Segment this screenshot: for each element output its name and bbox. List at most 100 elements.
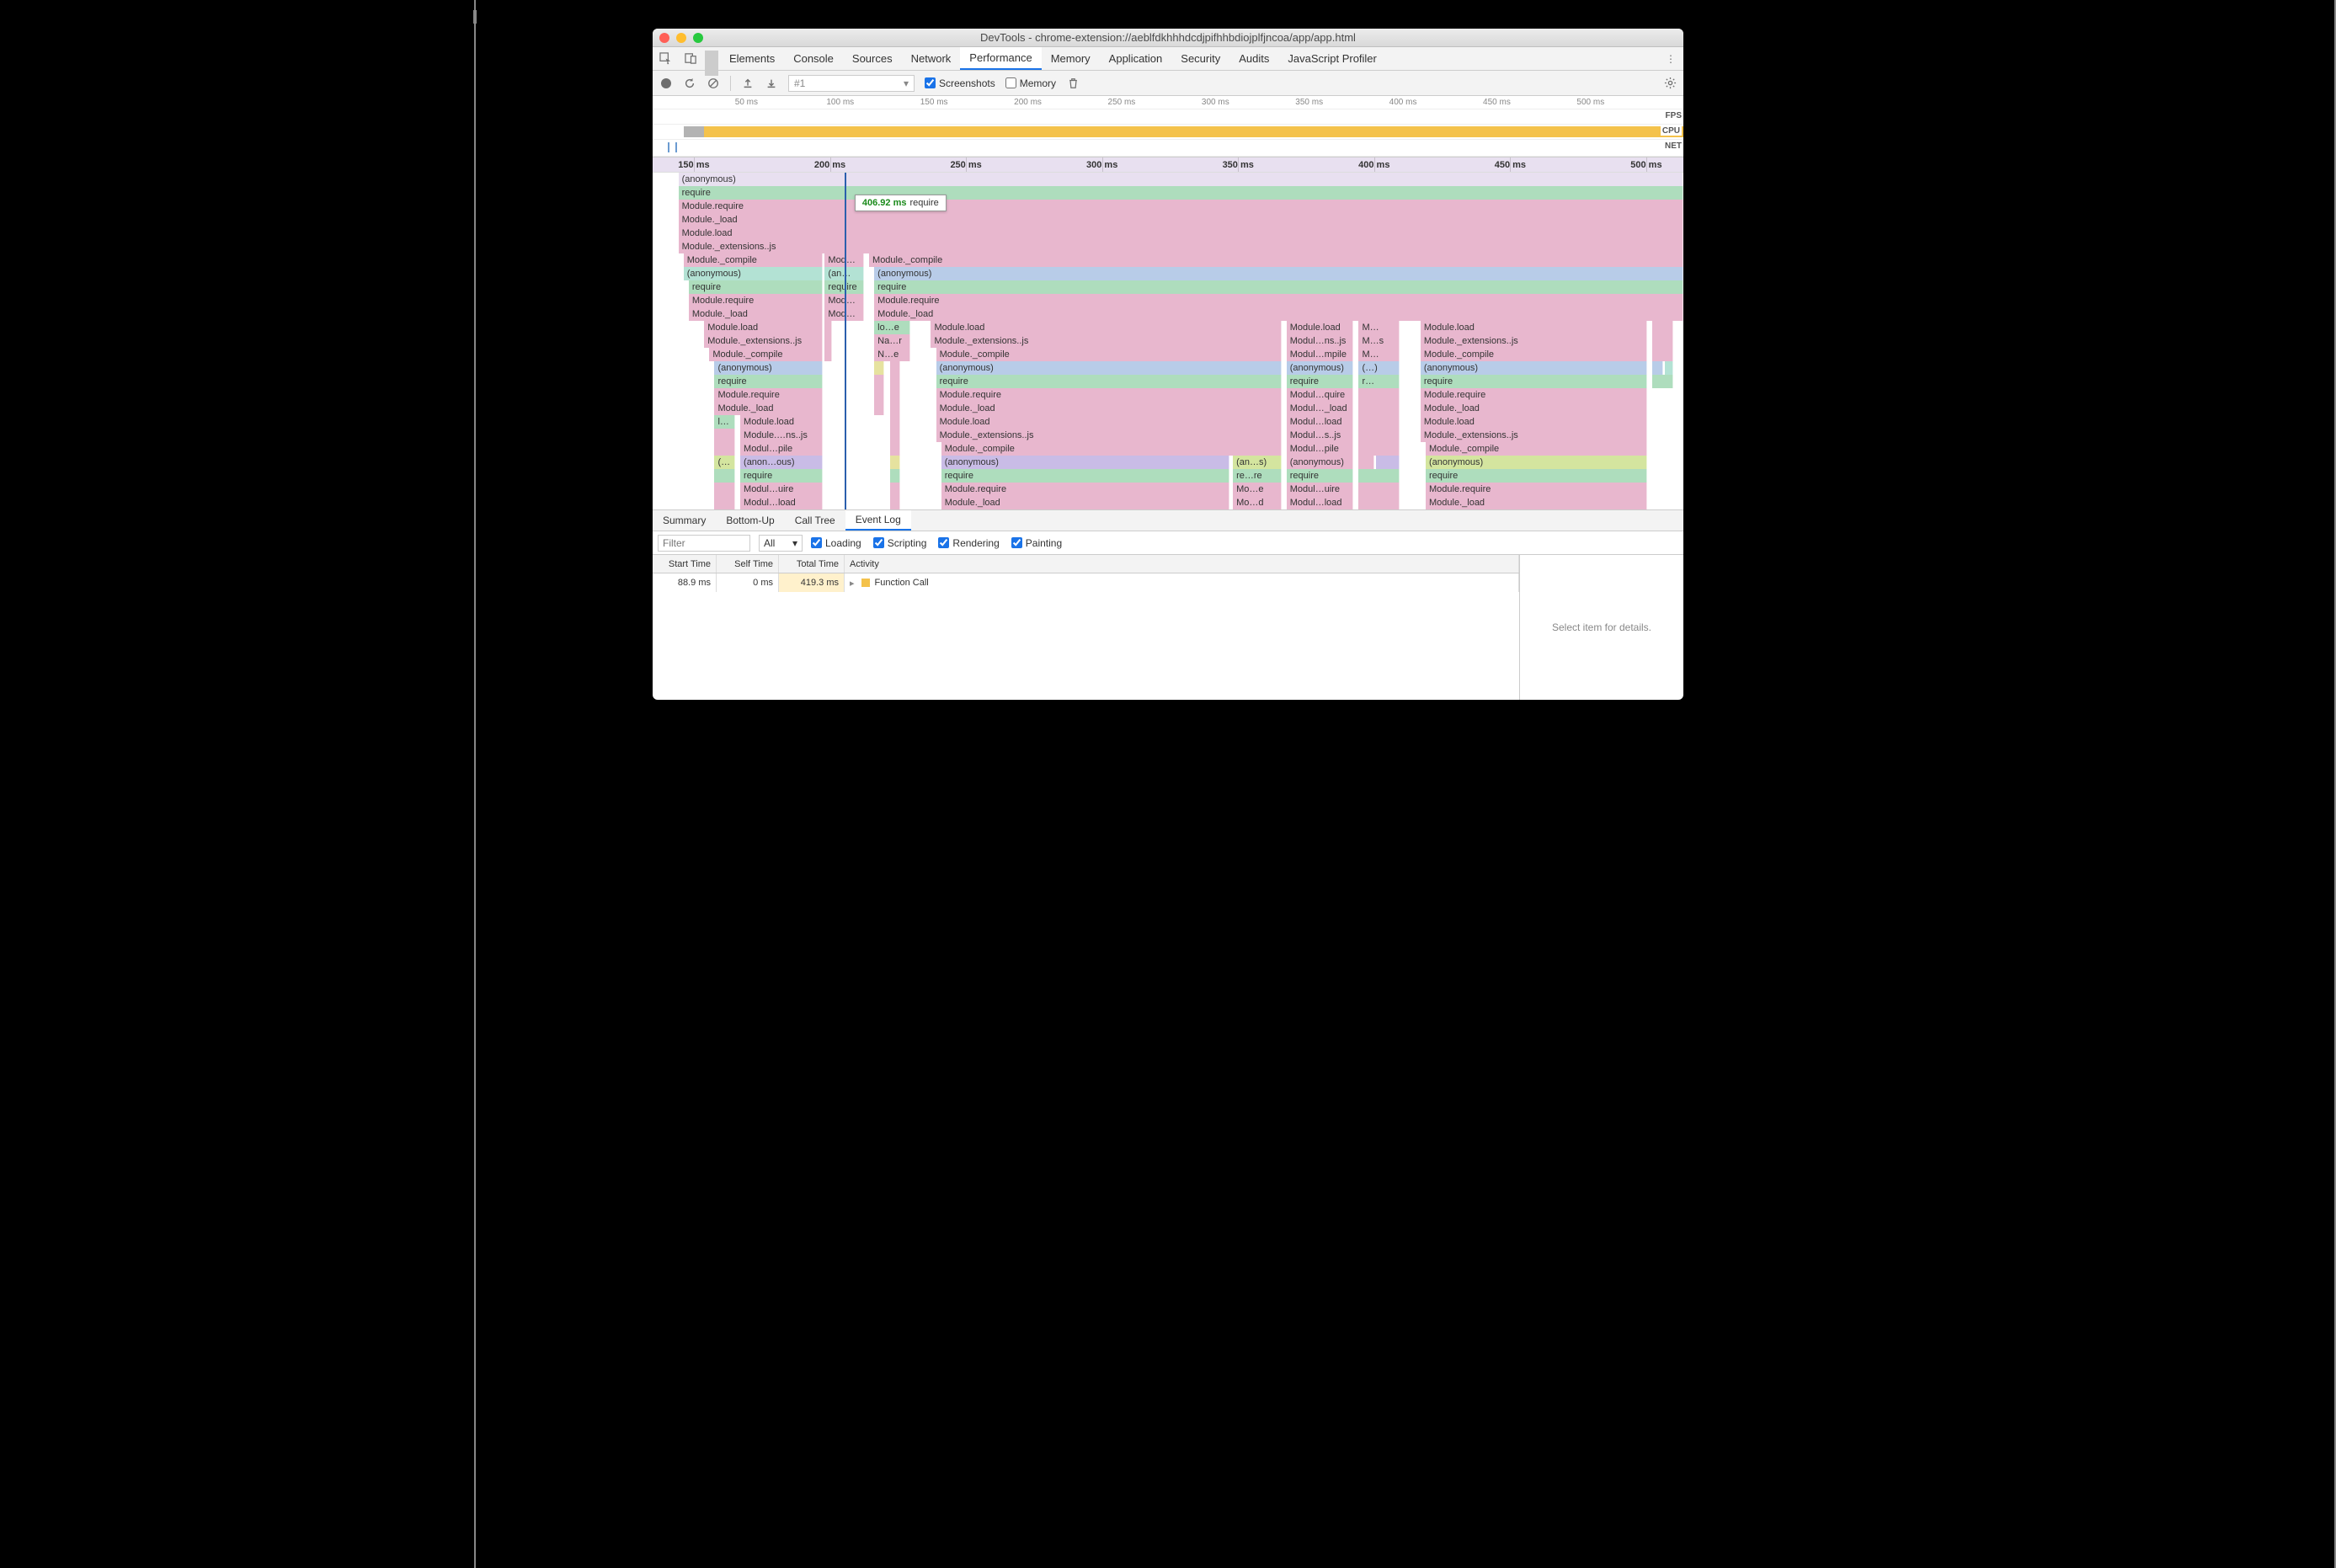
flame-cell[interactable] <box>714 483 734 496</box>
flame-cell[interactable]: Module._load <box>689 307 823 321</box>
flame-cell[interactable]: Modul…uire <box>1287 483 1354 496</box>
flame-cell[interactable]: require <box>874 280 1683 294</box>
flame-cell[interactable] <box>1358 496 1400 509</box>
flame-cell[interactable]: Module._load <box>679 213 1683 227</box>
flame-cell[interactable]: Module.load <box>936 415 1282 429</box>
flame-cell[interactable]: Module.load <box>704 321 823 334</box>
flame-cell[interactable]: Module._load <box>941 496 1230 509</box>
flame-cell[interactable]: require <box>936 375 1282 388</box>
overview-panel[interactable]: 50 ms100 ms150 ms200 ms250 ms300 ms350 m… <box>653 96 1683 157</box>
flame-cell[interactable]: Module._compile <box>941 442 1282 456</box>
flame-cell[interactable] <box>824 321 832 334</box>
flame-cell[interactable]: Module.load <box>1421 321 1647 334</box>
flame-cell[interactable]: Module.load <box>1421 415 1647 429</box>
flame-cell[interactable]: Modul…mpile <box>1287 348 1354 361</box>
flame-cell[interactable] <box>890 375 900 388</box>
flame-cell[interactable]: Module._load <box>714 402 823 415</box>
flame-cell[interactable]: (…) <box>1358 361 1400 375</box>
flame-cell[interactable] <box>1376 456 1400 469</box>
flame-cell[interactable]: (anonymous) <box>714 361 823 375</box>
flame-cell[interactable] <box>1358 415 1400 429</box>
flame-cell[interactable] <box>714 496 734 509</box>
flame-cell[interactable] <box>874 388 884 402</box>
flame-cell[interactable] <box>890 388 900 402</box>
flame-cell[interactable] <box>890 415 900 429</box>
flame-cell[interactable]: Module._extensions..js <box>679 240 1683 253</box>
flame-cell[interactable]: (… <box>714 456 734 469</box>
flame-cell[interactable]: Module.load <box>740 415 823 429</box>
flame-cell[interactable] <box>1358 429 1400 442</box>
flame-cell[interactable]: Module._load <box>1426 496 1647 509</box>
flame-cell[interactable]: (anonymous) <box>1287 361 1354 375</box>
flame-cell[interactable] <box>1358 388 1400 402</box>
flame-cell[interactable] <box>1652 321 1672 334</box>
flame-cell[interactable]: Module._compile <box>1421 348 1647 361</box>
flame-cell[interactable]: Module.load <box>679 227 1683 240</box>
flame-cell[interactable]: Module._extensions..js <box>704 334 823 348</box>
flame-cell[interactable] <box>890 429 900 442</box>
flame-cell[interactable] <box>1665 361 1673 375</box>
flame-cell[interactable]: re…re <box>1233 469 1282 483</box>
flame-cell[interactable]: Modul…uire <box>740 483 823 496</box>
flame-cell[interactable]: require <box>679 186 1683 200</box>
flame-cell[interactable]: Module._compile <box>1426 442 1647 456</box>
flame-cell[interactable]: Module._extensions..js <box>1421 429 1647 442</box>
flame-cell[interactable]: Module._load <box>936 402 1282 415</box>
flame-cell[interactable]: Module._compile <box>709 348 823 361</box>
flame-cell[interactable]: r… <box>1358 375 1400 388</box>
flame-cell[interactable]: Modul…load <box>1287 415 1354 429</box>
flame-cell[interactable]: Modul…s..js <box>1287 429 1354 442</box>
flame-cell[interactable] <box>824 334 832 348</box>
flame-cell[interactable]: Module.require <box>941 483 1230 496</box>
flame-cell[interactable]: require <box>689 280 823 294</box>
flame-cell[interactable] <box>714 429 734 442</box>
flame-cell[interactable]: Modul…ns..js <box>1287 334 1354 348</box>
flame-cell[interactable]: Mo…d <box>1233 496 1282 509</box>
flame-cell[interactable]: (anonymous) <box>936 361 1282 375</box>
flame-cell[interactable]: (anonymous) <box>684 267 823 280</box>
flame-cell[interactable] <box>890 442 900 456</box>
flame-cell[interactable] <box>890 456 900 469</box>
flame-cell[interactable]: (anonymous) <box>679 173 1683 186</box>
flame-cell[interactable] <box>1358 402 1400 415</box>
flame-cell[interactable]: (anon…ous) <box>740 456 823 469</box>
flame-cell[interactable] <box>824 348 832 361</box>
flame-cell[interactable]: Modul…quire <box>1287 388 1354 402</box>
flame-cell[interactable] <box>874 402 884 415</box>
flame-cell[interactable] <box>890 361 900 375</box>
flame-cell[interactable] <box>874 375 884 388</box>
flame-cell[interactable] <box>1652 348 1672 361</box>
flame-cell[interactable]: require <box>1421 375 1647 388</box>
playhead-cursor[interactable] <box>845 173 846 509</box>
flame-cell[interactable]: (anonymous) <box>1426 456 1647 469</box>
flame-cell[interactable]: Module._extensions..js <box>936 429 1282 442</box>
flame-cell[interactable] <box>1652 334 1672 348</box>
flame-cell[interactable] <box>1652 361 1662 375</box>
flame-cell[interactable] <box>890 496 900 509</box>
flame-cell[interactable]: M… <box>1358 321 1400 334</box>
flame-cell[interactable]: Module.require <box>1421 388 1647 402</box>
flame-cell[interactable]: require <box>1287 375 1354 388</box>
flame-cell[interactable]: M…s <box>1358 334 1400 348</box>
flame-cell[interactable]: N…e <box>874 348 910 361</box>
flame-cell[interactable]: (an…s) <box>1233 456 1282 469</box>
flame-cell[interactable]: l… <box>714 415 734 429</box>
flame-cell[interactable]: require <box>740 469 823 483</box>
flame-cell[interactable]: (anonymous) <box>1287 456 1354 469</box>
flame-cell[interactable]: Module.require <box>936 388 1282 402</box>
flame-cell[interactable]: Module.require <box>689 294 823 307</box>
flame-cell[interactable]: (anonymous) <box>874 267 1683 280</box>
flame-cell[interactable] <box>714 469 734 483</box>
flame-cell[interactable] <box>714 442 734 456</box>
flame-cell[interactable]: Modul…pile <box>740 442 823 456</box>
flame-cell[interactable]: Module._compile <box>936 348 1282 361</box>
flame-cell[interactable] <box>1358 456 1373 469</box>
flame-cell[interactable]: Module.require <box>874 294 1683 307</box>
flame-cell[interactable]: require <box>1287 469 1354 483</box>
flame-cell[interactable]: Module.…ns..js <box>740 429 823 442</box>
flame-cell[interactable]: Module.load <box>1287 321 1354 334</box>
flame-cell[interactable]: Modul…load <box>1287 496 1354 509</box>
flame-cell[interactable]: Module.require <box>679 200 1683 213</box>
flame-cell[interactable]: Module._extensions..js <box>931 334 1281 348</box>
flame-cell[interactable]: require <box>714 375 823 388</box>
